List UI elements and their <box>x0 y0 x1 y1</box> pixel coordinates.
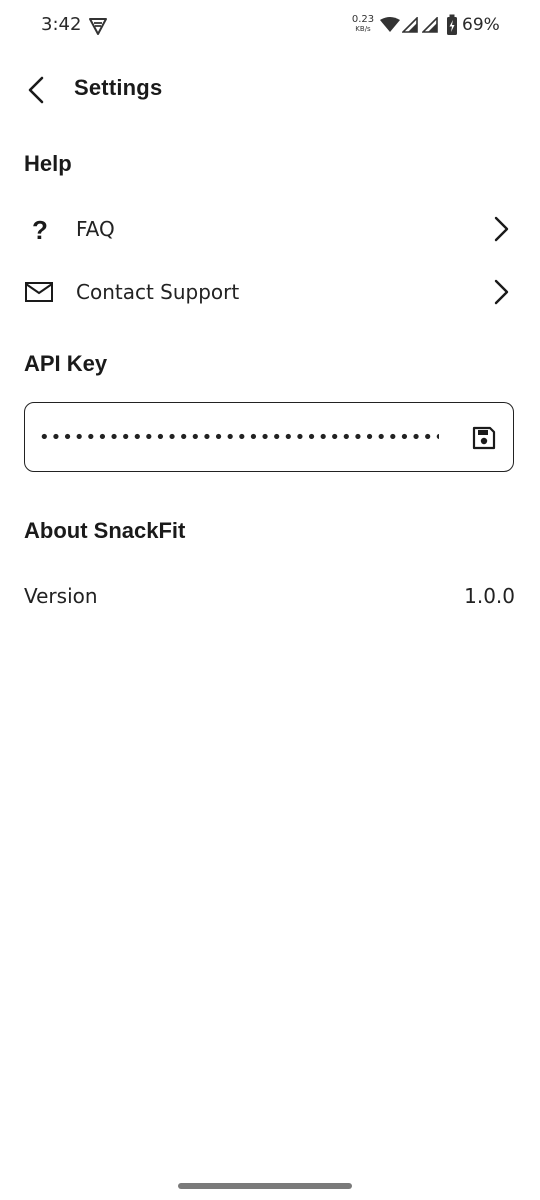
chevron-right-icon <box>494 216 509 242</box>
page-title: Settings <box>74 75 163 100</box>
mail-icon <box>25 282 53 302</box>
signal-icon-2 <box>422 17 438 33</box>
chevron-right-icon <box>494 279 509 305</box>
svg-text:?: ? <box>32 215 48 243</box>
contact-support-row[interactable]: Contact Support <box>0 264 540 320</box>
vpn-icon <box>89 18 107 35</box>
about-section-title: About SnackFit <box>24 518 186 543</box>
battery-percent: 69% <box>462 15 500 35</box>
help-section-title: Help <box>24 151 72 176</box>
version-value: 1.0.0 <box>464 584 515 608</box>
network-speed-value: 0.23 <box>351 14 375 25</box>
back-icon[interactable] <box>22 74 54 106</box>
network-speed-unit: KB/s <box>355 25 371 33</box>
version-label: Version <box>24 584 98 608</box>
contact-support-label: Contact Support <box>76 280 240 304</box>
api-key-section-title: API Key <box>24 351 108 376</box>
faq-label: FAQ <box>76 217 115 241</box>
api-key-field[interactable] <box>24 402 514 472</box>
api-key-input[interactable] <box>39 419 439 455</box>
question-icon: ? <box>32 215 48 243</box>
save-icon[interactable] <box>471 425 497 451</box>
signal-icon <box>402 17 418 33</box>
status-bar: 3:42 0.23 KB/s 69% <box>0 0 540 52</box>
status-time: 3:42 <box>41 14 82 35</box>
wifi-icon <box>380 17 400 32</box>
home-indicator[interactable] <box>178 1183 352 1189</box>
faq-row[interactable]: ? FAQ <box>0 201 540 257</box>
battery-charging-icon <box>447 14 457 35</box>
network-speed: 0.23 KB/s <box>348 15 378 33</box>
